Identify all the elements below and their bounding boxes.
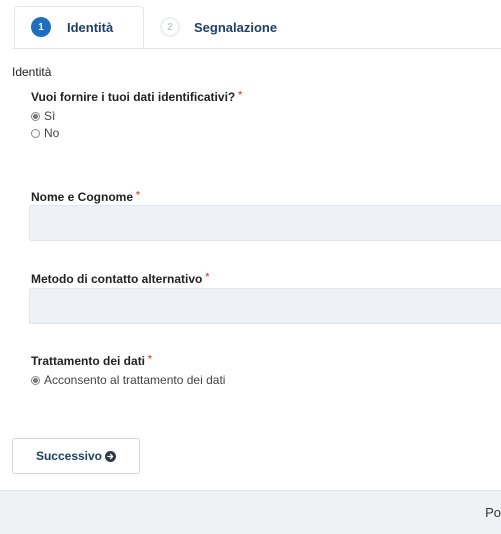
- identity-question-label: Vuoi fornire i tuoi dati identificativi?…: [31, 90, 242, 104]
- radio-option-si[interactable]: Sì: [31, 109, 55, 123]
- radio-button-checked[interactable]: [31, 375, 40, 385]
- wizard-tabs: 1 Identità 2 Segnalazione: [12, 0, 501, 49]
- name-field-label: Nome e Cognome *: [31, 190, 140, 204]
- tab-segnalazione[interactable]: 2 Segnalazione: [160, 6, 277, 48]
- footer-text: Po: [485, 505, 501, 520]
- contact-input[interactable]: [29, 288, 501, 324]
- radio-button[interactable]: [31, 128, 40, 138]
- tab-label: Identità: [67, 19, 114, 35]
- required-mark: *: [136, 190, 140, 201]
- contact-field-label: Metodo di contatto alternativo *: [31, 272, 209, 286]
- consent-option[interactable]: Acconsento al trattamento dei dati: [31, 373, 225, 387]
- name-field-label-text: Nome e Cognome: [31, 190, 134, 204]
- radio-option-no[interactable]: No: [31, 126, 59, 140]
- required-mark: *: [238, 90, 243, 101]
- next-button-label: Successivo: [35, 449, 103, 463]
- radio-button-checked[interactable]: [31, 111, 40, 121]
- radio-label: No: [44, 126, 60, 140]
- tab-label: Segnalazione: [194, 19, 278, 35]
- step-number-badge: 2: [160, 17, 180, 37]
- consent-option-label: Acconsento al trattamento dei dati: [44, 373, 226, 387]
- section-title: Identità: [12, 65, 52, 79]
- step-number-badge: 1: [31, 17, 51, 37]
- consent-label-text: Trattamento dei dati: [31, 354, 146, 368]
- tab-identita[interactable]: 1 Identità: [14, 6, 144, 48]
- contact-field-label-text: Metodo di contatto alternativo: [31, 272, 203, 286]
- required-mark: *: [205, 272, 210, 283]
- identity-question-text: Vuoi fornire i tuoi dati identificativi?: [31, 90, 236, 104]
- name-input[interactable]: [29, 205, 501, 241]
- arrow-right-circle-icon: [105, 450, 117, 462]
- next-button[interactable]: Successivo: [12, 438, 140, 474]
- consent-label: Trattamento dei dati *: [31, 354, 152, 368]
- radio-label: Sì: [44, 109, 56, 123]
- footer: Po: [0, 490, 501, 534]
- required-mark: *: [148, 354, 152, 365]
